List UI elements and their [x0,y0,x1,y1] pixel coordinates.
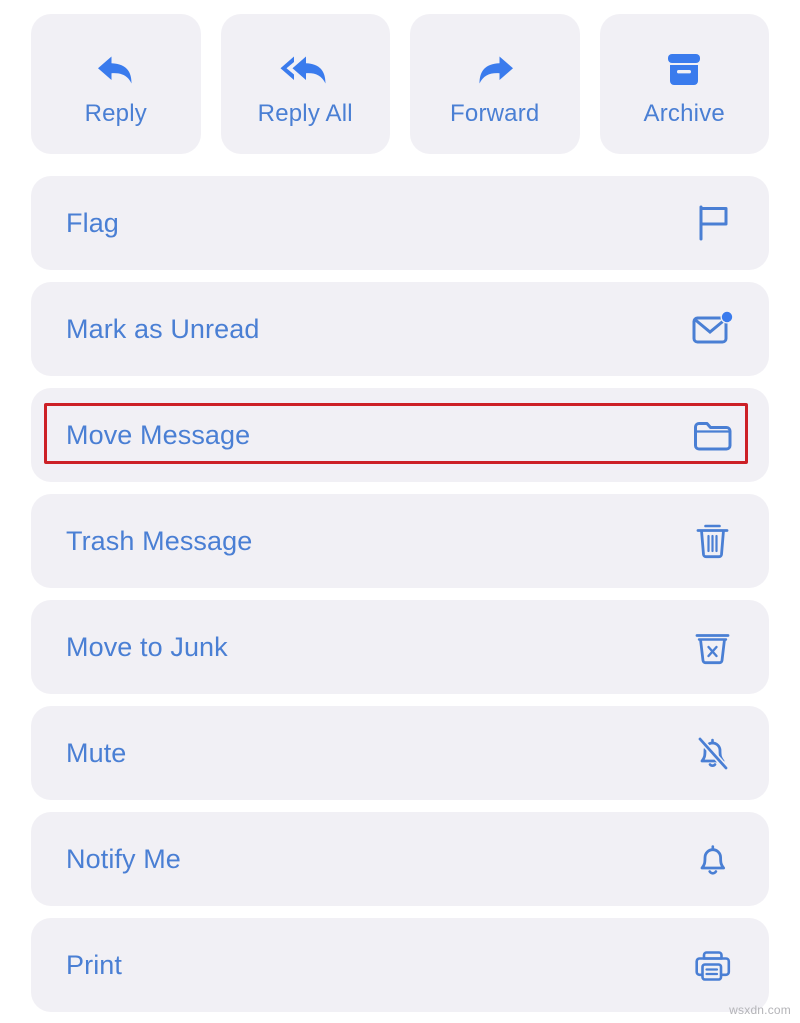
action-row-move-message[interactable]: Move Message [31,388,769,482]
action-row-notify-me-label: Notify Me [66,843,181,874]
action-list: Flag Mark as Unread Move Message Trash M… [31,176,769,1012]
action-row-mute-label: Mute [66,737,127,768]
action-row-flag-label: Flag [66,207,119,238]
trash-icon [690,518,736,564]
action-row-mark-as-unread[interactable]: Mark as Unread [31,282,769,376]
action-row-print-label: Print [66,949,123,980]
action-row-mark-as-unread-label: Mark as Unread [66,313,260,344]
action-row-move-to-junk-label: Move to Junk [66,631,228,662]
action-row-move-message-label: Move Message [66,419,251,450]
reply-arrow-icon [94,48,138,92]
reply-button-label: Reply [84,100,147,127]
action-row-mute[interactable]: Mute [31,706,769,800]
action-row-trash-message[interactable]: Trash Message [31,494,769,588]
action-row-print[interactable]: Print [31,918,769,1012]
reply-all-arrow-icon [277,48,333,92]
reply-all-button-label: Reply All [257,100,353,127]
action-row-flag[interactable]: Flag [31,176,769,270]
junk-bin-x-icon [690,624,736,670]
archive-button-label: Archive [643,100,725,127]
bell-icon [690,836,736,882]
bell-slash-icon [690,730,736,776]
forward-arrow-icon [473,48,517,92]
printer-icon [690,942,736,988]
archive-button[interactable]: Archive [599,14,769,154]
envelope-badge-icon [690,306,736,352]
forward-button[interactable]: Forward [410,14,580,154]
forward-button-label: Forward [450,100,540,127]
site-watermark: wsxdn.com [729,1003,791,1017]
reply-button[interactable]: Reply [31,14,201,154]
action-row-move-to-junk[interactable]: Move to Junk [31,600,769,694]
action-row-trash-message-label: Trash Message [66,525,253,556]
mail-message-actions-screen: Reply Reply All Forward Archive Flag Mar… [0,0,800,1023]
folder-icon [690,412,736,458]
flag-icon [690,200,736,246]
archive-box-icon [663,48,705,92]
action-row-notify-me[interactable]: Notify Me [31,812,769,906]
reply-all-button[interactable]: Reply All [220,14,390,154]
quick-actions-row: Reply Reply All Forward Archive [31,14,769,154]
